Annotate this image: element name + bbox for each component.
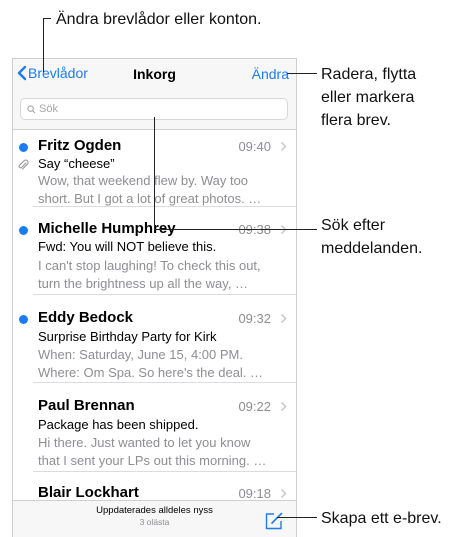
chevron-left-icon [17, 65, 27, 81]
message-preview-line: I can't stop laughing! To check this out… [38, 258, 261, 273]
message-time: 09:22 [238, 399, 271, 414]
callout-line [277, 517, 317, 518]
callout-edit-line-2: eller markera [321, 89, 415, 106]
message-preview: When: Saturday, June 15, 4:00 PM. Where:… [38, 346, 278, 382]
callout-line [43, 18, 44, 72]
message-subject: Package has been shipped. [38, 417, 199, 432]
callout-search-line-1: Sök efter [321, 217, 386, 234]
chevron-right-icon [281, 314, 287, 323]
chevron-right-icon [281, 142, 287, 151]
message-sender: Blair Lockhart [38, 484, 139, 501]
callout-mailboxes: Ändra brevlådor eller konton. [56, 11, 262, 28]
search-input[interactable] [39, 103, 259, 115]
callout-line [154, 229, 317, 230]
chevron-right-icon [281, 402, 287, 411]
callout-edit-line-1: Radera, flytta [321, 66, 417, 83]
message-time: 09:32 [238, 311, 271, 326]
compose-icon[interactable] [264, 511, 284, 531]
search-icon [27, 104, 36, 113]
message-sender: Eddy Bedock [38, 309, 134, 326]
message-preview-line: Wow, that weekend flew by. Way too [38, 173, 249, 188]
callout-line [154, 117, 155, 230]
update-status: Uppdaterades alldeles nyss [96, 505, 213, 516]
message-subject: Fwd: You will NOT believe this. [38, 239, 217, 254]
row-divider [33, 382, 296, 383]
edit-button[interactable]: Ändra [252, 66, 289, 82]
message-row[interactable]: Eddy Bedock 09:32 Surprise Birthday Part… [13, 296, 296, 383]
callout-line [287, 73, 317, 74]
row-divider [33, 206, 296, 207]
message-preview: Wow, that weekend flew by. Way too short… [38, 172, 278, 208]
message-sender: Fritz Ogden [38, 137, 122, 154]
row-divider [33, 294, 296, 295]
message-sender: Paul Brennan [38, 397, 135, 414]
callout-compose: Skapa ett e-brev. [321, 510, 442, 527]
message-time: 09:18 [238, 486, 271, 501]
message-preview-line: When: Saturday, June 15, 4:00 PM. [38, 347, 243, 362]
unread-dot [19, 226, 28, 235]
message-preview: Hi there. Just wanted to let you know th… [38, 434, 278, 470]
unread-dot [19, 143, 28, 152]
callout-edit-line-3: flera brev. [321, 112, 391, 129]
callout-line [43, 18, 51, 19]
row-divider [33, 471, 296, 472]
message-preview-line: that I sent your LPs out this morning. … [38, 453, 267, 468]
message-preview: I can't stop laughing! To check this out… [38, 257, 278, 293]
unread-count: 3 olästa [139, 517, 170, 527]
bottom-toolbar: Uppdaterades alldeles nyss 3 olästa [13, 500, 296, 537]
message-preview-line: Hi there. Just wanted to let you know [38, 435, 251, 450]
message-subject: Say “cheese” [38, 156, 115, 171]
paperclip-icon [18, 159, 29, 170]
navigation-bar: Brevlådor Inkorg Ändra [13, 59, 296, 91]
callout-search-line-2: meddelanden. [321, 240, 423, 257]
mailboxes-back-button[interactable]: Brevlådor [17, 65, 88, 81]
message-row[interactable]: Blair Lockhart 09:18 [13, 473, 296, 501]
back-label: Brevlådor [28, 65, 88, 81]
unread-dot [19, 315, 28, 324]
message-time: 09:40 [238, 139, 271, 154]
message-preview-line: turn the brightness up all the way, … [38, 276, 249, 291]
message-subject: Surprise Birthday Party for Kirk [38, 329, 217, 344]
chevron-right-icon [281, 489, 287, 498]
message-preview-line: Where: Om Spa. So here's the deal. … [38, 365, 264, 380]
message-row[interactable]: Paul Brennan 09:22 Package has been ship… [13, 384, 296, 472]
